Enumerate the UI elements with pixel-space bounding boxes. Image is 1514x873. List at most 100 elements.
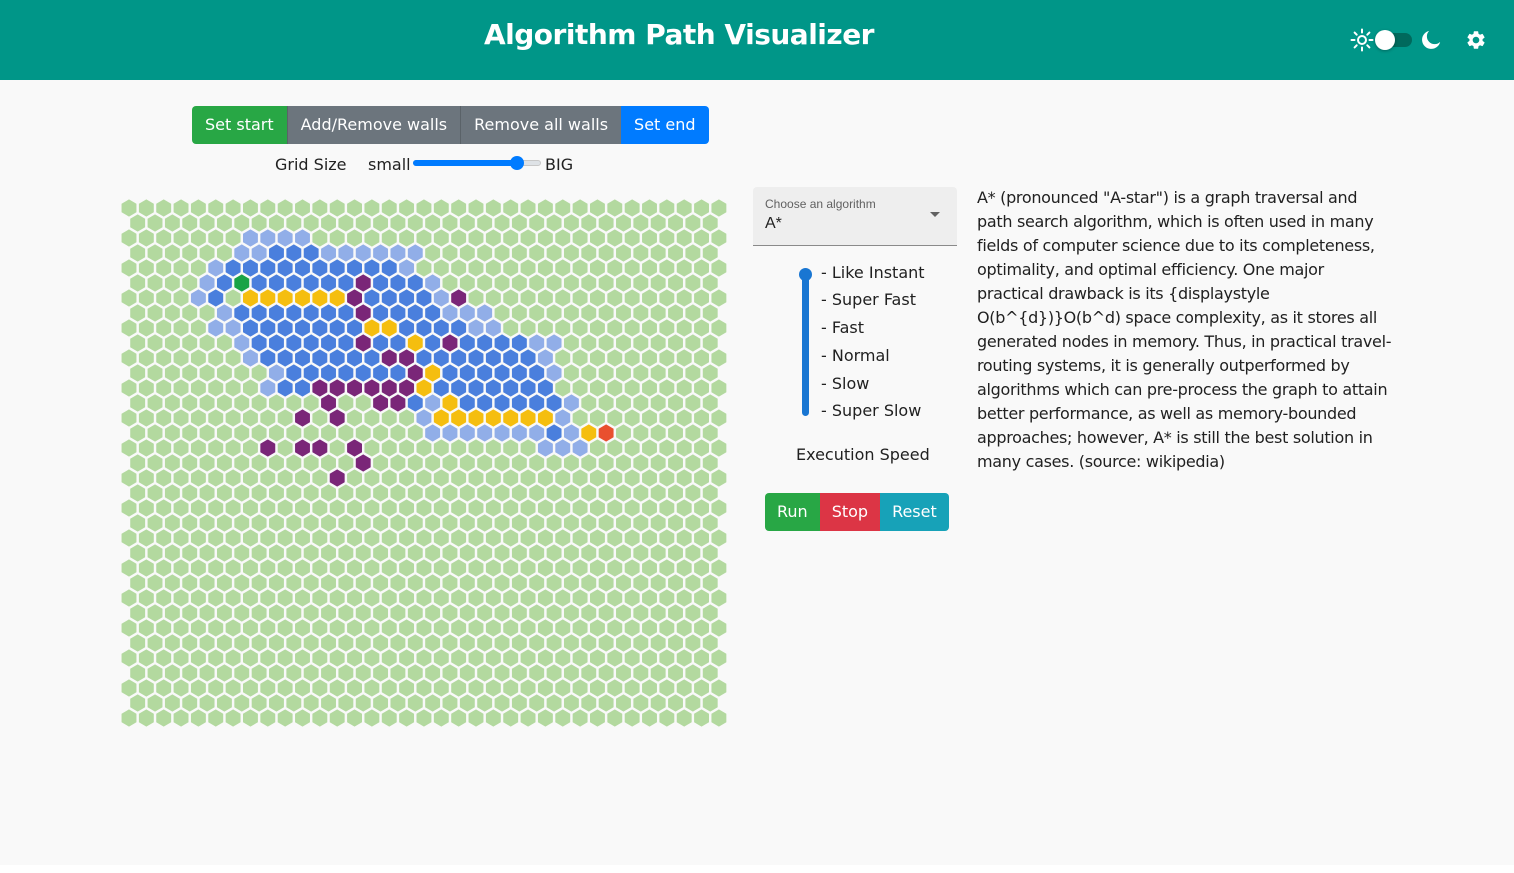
hex-cell-empty[interactable] xyxy=(616,604,631,622)
hex-cell-empty[interactable] xyxy=(182,634,198,652)
hex-cell-visited[interactable] xyxy=(407,394,423,412)
hex-cell-empty[interactable] xyxy=(581,334,597,352)
hex-cell-visited[interactable] xyxy=(529,364,545,382)
hex-cell-empty[interactable] xyxy=(425,484,441,502)
hex-cell-empty[interactable] xyxy=(624,379,640,397)
hex-cell-wall[interactable] xyxy=(355,274,371,292)
hex-cell-empty[interactable] xyxy=(338,694,354,712)
hex-cell-visited[interactable] xyxy=(494,364,510,382)
hex-cell-empty[interactable] xyxy=(182,514,198,532)
hex-cell-empty[interactable] xyxy=(347,679,362,697)
hex-cell-frontier[interactable] xyxy=(546,334,562,352)
hex-cell-empty[interactable] xyxy=(173,469,189,487)
hex-cell-empty[interactable] xyxy=(555,319,571,337)
hex-cell-wall[interactable] xyxy=(312,379,328,397)
hex-cell-empty[interactable] xyxy=(156,529,172,547)
hex-cell-empty[interactable] xyxy=(243,409,258,427)
hex-cell-empty[interactable] xyxy=(503,259,519,277)
hex-cell-empty[interactable] xyxy=(173,289,189,307)
hex-cell-empty[interactable] xyxy=(442,694,458,712)
hex-cell-empty[interactable] xyxy=(433,559,449,577)
hex-cell-empty[interactable] xyxy=(190,619,206,637)
hex-cell-empty[interactable] xyxy=(598,274,614,292)
hex-cell-empty[interactable] xyxy=(338,214,354,232)
hex-cell-empty[interactable] xyxy=(208,409,224,427)
hex-cell-empty[interactable] xyxy=(572,289,588,307)
hex-cell-frontier[interactable] xyxy=(563,424,579,442)
hex-cell-visited[interactable] xyxy=(529,394,545,412)
hex-cell-empty[interactable] xyxy=(216,604,232,622)
hex-cell-empty[interactable] xyxy=(659,649,675,667)
hex-cell-empty[interactable] xyxy=(442,214,458,232)
hex-cell-empty[interactable] xyxy=(243,529,258,547)
hex-cell-empty[interactable] xyxy=(668,394,683,412)
hex-cell-empty[interactable] xyxy=(485,529,501,547)
hex-cell-frontier[interactable] xyxy=(269,364,284,382)
hex-cell-empty[interactable] xyxy=(485,679,501,697)
hex-cell-empty[interactable] xyxy=(381,409,397,427)
hex-cell-empty[interactable] xyxy=(364,529,380,547)
hex-cell-empty[interactable] xyxy=(511,274,527,292)
hex-cell-visited[interactable] xyxy=(485,349,501,367)
hex-cell-empty[interactable] xyxy=(381,499,397,517)
hex-cell-empty[interactable] xyxy=(347,619,362,637)
hex-cell-empty[interactable] xyxy=(234,394,250,412)
hex-cell-visited[interactable] xyxy=(390,304,406,322)
hex-cell-empty[interactable] xyxy=(477,604,493,622)
hex-cell-visited[interactable] xyxy=(243,259,258,277)
hex-cell-wall[interactable] xyxy=(347,439,362,457)
hex-cell-empty[interactable] xyxy=(269,664,284,682)
hex-cell-empty[interactable] xyxy=(694,559,709,577)
hex-cell-empty[interactable] xyxy=(130,334,146,352)
hex-cell-empty[interactable] xyxy=(295,199,310,217)
hex-cell-empty[interactable] xyxy=(607,619,623,637)
hex-cell-empty[interactable] xyxy=(616,574,631,592)
hex-cell-empty[interactable] xyxy=(147,604,163,622)
hex-cell-empty[interactable] xyxy=(312,709,328,727)
hex-cell-empty[interactable] xyxy=(694,349,709,367)
hex-cell-empty[interactable] xyxy=(208,559,224,577)
hex-cell-empty[interactable] xyxy=(347,409,362,427)
hex-cell-empty[interactable] xyxy=(668,604,683,622)
hex-cell-empty[interactable] xyxy=(546,664,562,682)
hex-cell-visited[interactable] xyxy=(416,349,432,367)
hex-cell-empty[interactable] xyxy=(659,409,675,427)
hex-cell-empty[interactable] xyxy=(572,529,588,547)
hex-cell-visited[interactable] xyxy=(485,379,501,397)
hex-cell-empty[interactable] xyxy=(407,424,423,442)
hex-cell-empty[interactable] xyxy=(295,589,310,607)
hex-cell-empty[interactable] xyxy=(494,574,510,592)
hex-cell-empty[interactable] xyxy=(138,289,154,307)
hex-cell-empty[interactable] xyxy=(329,529,345,547)
hex-cell-empty[interactable] xyxy=(130,694,146,712)
hex-cell-empty[interactable] xyxy=(216,664,232,682)
hex-cell-empty[interactable] xyxy=(590,529,605,547)
hex-cell-empty[interactable] xyxy=(529,214,545,232)
hex-cell-empty[interactable] xyxy=(130,274,146,292)
hex-cell-empty[interactable] xyxy=(295,499,310,517)
hex-cell-empty[interactable] xyxy=(173,259,189,277)
hex-cell-empty[interactable] xyxy=(546,484,562,502)
hex-cell-empty[interactable] xyxy=(407,664,423,682)
hex-cell-empty[interactable] xyxy=(503,439,519,457)
hex-cell-empty[interactable] xyxy=(277,439,293,457)
hex-cell-empty[interactable] xyxy=(329,709,345,727)
hex-cell-empty[interactable] xyxy=(216,214,232,232)
hex-cell-empty[interactable] xyxy=(676,619,692,637)
hex-cell-empty[interactable] xyxy=(147,514,163,532)
hex-cell-empty[interactable] xyxy=(442,544,458,562)
hex-cell-empty[interactable] xyxy=(485,259,501,277)
hex-cell-empty[interactable] xyxy=(190,439,206,457)
hex-cell-empty[interactable] xyxy=(277,709,293,727)
hex-cell-empty[interactable] xyxy=(581,544,597,562)
hex-cell-empty[interactable] xyxy=(676,529,692,547)
hex-cell-empty[interactable] xyxy=(468,649,484,667)
hex-cell-empty[interactable] xyxy=(199,454,215,472)
hex-cell-empty[interactable] xyxy=(407,454,423,472)
hex-cell-empty[interactable] xyxy=(286,694,302,712)
hex-cell-empty[interactable] xyxy=(208,439,224,457)
hex-cell-visited[interactable] xyxy=(477,364,493,382)
hex-cell-empty[interactable] xyxy=(485,619,501,637)
hex-cell-empty[interactable] xyxy=(546,454,562,472)
hex-cell-empty[interactable] xyxy=(164,604,180,622)
